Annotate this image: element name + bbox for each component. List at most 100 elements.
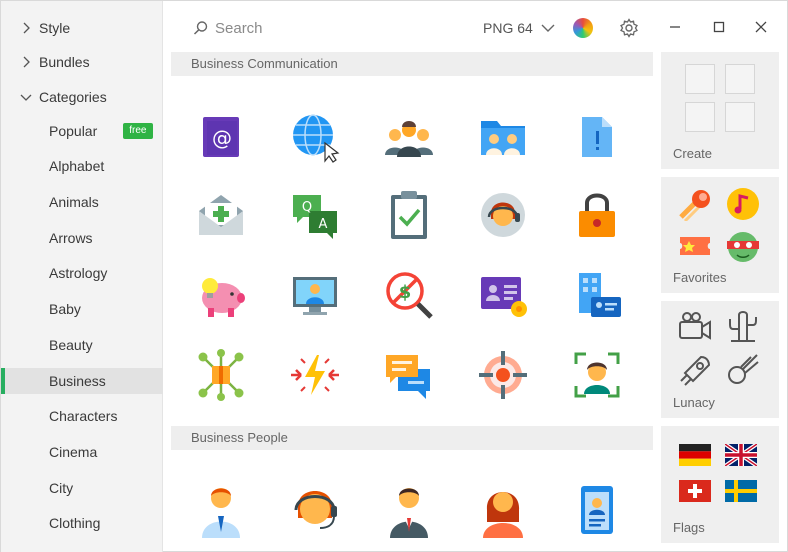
music-note-icon <box>727 188 759 220</box>
video-call-icon[interactable] <box>287 267 343 323</box>
sidebar-item-label: Characters <box>49 408 118 424</box>
sidebar-item-label: Baby <box>49 301 81 317</box>
search-input[interactable] <box>215 19 375 37</box>
lunacy-panel[interactable]: Lunacy <box>661 301 779 418</box>
maximize-icon <box>713 21 725 33</box>
team-icon[interactable] <box>381 109 437 165</box>
chevron-right-icon <box>23 56 30 68</box>
chevron-right-icon <box>23 22 30 34</box>
close-icon <box>755 21 767 33</box>
section-header-business-people: Business People <box>171 426 653 450</box>
sidebar-item-beauty[interactable]: Beauty <box>1 332 163 358</box>
svg-text:@: @ <box>212 126 232 150</box>
placeholder-tile <box>685 64 715 94</box>
sidebar-item-popular[interactable]: Popular free <box>1 118 163 144</box>
no-money-search-icon[interactable]: $ <box>381 267 437 323</box>
format-dropdown[interactable]: PNG 64 <box>483 17 555 39</box>
ninja-turtle-icon <box>727 232 759 262</box>
sidebar-bundles[interactable]: Bundles <box>1 48 163 76</box>
chevron-down-icon <box>541 24 555 32</box>
sidebar-item-business[interactable]: Business <box>1 368 163 394</box>
svg-text:$: $ <box>399 282 412 303</box>
manager-icon[interactable] <box>381 482 437 538</box>
lunacy-panel-label: Lunacy <box>673 395 715 410</box>
rocket-icon <box>680 355 711 386</box>
search-box[interactable] <box>193 15 393 41</box>
toolbar: PNG 64 <box>163 1 788 53</box>
sidebar-item-label: Beauty <box>49 337 93 353</box>
sidebar-item-animals[interactable]: Animals <box>1 189 163 215</box>
sidebar: Style Bundles Categories Popular free Al… <box>1 1 163 552</box>
sidebar-item-label: Cinema <box>49 444 98 460</box>
minimize-icon <box>670 26 680 28</box>
sidebar-item-label: City <box>49 480 74 496</box>
sidebar-categories[interactable]: Categories <box>1 83 163 111</box>
email-at-icon[interactable]: @ <box>193 109 249 165</box>
businesswoman-icon[interactable] <box>475 482 531 538</box>
sidebar-item-label: Popular <box>49 123 98 139</box>
sidebar-item-label: Arrows <box>49 230 93 246</box>
employee-badge-icon[interactable] <box>569 482 625 538</box>
sidebar-categories-label: Categories <box>39 89 107 105</box>
face-scan-icon[interactable] <box>569 347 625 403</box>
format-label: PNG 64 <box>483 20 533 36</box>
placeholder-tile <box>725 64 755 94</box>
clipboard-check-icon[interactable] <box>381 187 437 243</box>
gear-icon[interactable] <box>619 18 639 38</box>
comet-outline-icon <box>728 354 759 384</box>
flags-panel-label: Flags <box>673 520 705 535</box>
svg-text:Q: Q <box>302 200 312 215</box>
business-card-icon[interactable] <box>475 267 531 323</box>
sidebar-item-cinema[interactable]: Cinema <box>1 439 163 465</box>
sidebar-item-characters[interactable]: Characters <box>1 403 163 429</box>
sidebar-item-clothing[interactable]: Clothing <box>1 510 163 536</box>
placeholder-tile <box>685 102 715 132</box>
search-icon <box>193 21 208 35</box>
sidebar-item-city[interactable]: City <box>1 475 163 501</box>
video-camera-icon <box>679 312 711 340</box>
sidebar-item-astrology[interactable]: Astrology <box>1 260 163 286</box>
chat-bubbles-icon[interactable] <box>381 347 437 403</box>
cactus-icon <box>729 311 757 342</box>
sidebar-item-arrows[interactable]: Arrows <box>1 225 163 251</box>
create-panel[interactable]: Create <box>661 52 779 169</box>
color-picker-icon[interactable] <box>573 18 593 38</box>
minimize-button[interactable] <box>665 17 685 37</box>
comet-icon <box>679 190 710 221</box>
sidebar-item-label: Alphabet <box>49 158 105 174</box>
customer-support-icon[interactable] <box>475 187 531 243</box>
padlock-icon[interactable] <box>569 187 625 243</box>
sidebar-item-alphabet[interactable]: Alphabet <box>1 153 163 179</box>
sidebar-item-label: Business <box>49 373 106 389</box>
network-box-icon[interactable] <box>193 347 249 403</box>
sidebar-style[interactable]: Style <box>1 14 163 42</box>
office-building-card-icon[interactable] <box>569 267 625 323</box>
target-icon[interactable] <box>475 347 531 403</box>
operator-headset-icon[interactable] <box>287 482 343 538</box>
flag-switzerland-icon <box>679 480 711 502</box>
maximize-button[interactable] <box>709 17 729 37</box>
envelope-add-icon[interactable] <box>193 187 249 243</box>
favorites-panel[interactable]: Favorites <box>661 177 779 293</box>
flag-sweden-icon <box>725 480 757 502</box>
flags-panel[interactable]: Flags <box>661 426 779 543</box>
create-panel-label: Create <box>673 146 713 161</box>
sidebar-style-label: Style <box>39 20 71 36</box>
ticket-icon <box>680 237 710 255</box>
energy-collision-icon[interactable] <box>287 347 343 403</box>
globe-cursor-icon[interactable] <box>287 109 343 165</box>
sidebar-item-label: Astrology <box>49 265 108 281</box>
qa-chat-icon[interactable]: QA <box>287 187 343 243</box>
chevron-down-icon <box>20 94 32 101</box>
sidebar-bundles-label: Bundles <box>39 54 90 70</box>
shared-folder-icon[interactable] <box>475 109 531 165</box>
sidebar-item-baby[interactable]: Baby <box>1 296 163 322</box>
placeholder-tile <box>725 102 755 132</box>
sidebar-item-label: Animals <box>49 194 99 210</box>
document-important-icon[interactable] <box>569 109 625 165</box>
sidebar-item-label: Clothing <box>49 515 101 531</box>
close-button[interactable] <box>751 17 771 37</box>
piggy-bank-idea-icon[interactable] <box>193 267 249 323</box>
free-badge: free <box>123 123 153 139</box>
businessman-icon[interactable] <box>193 482 249 538</box>
